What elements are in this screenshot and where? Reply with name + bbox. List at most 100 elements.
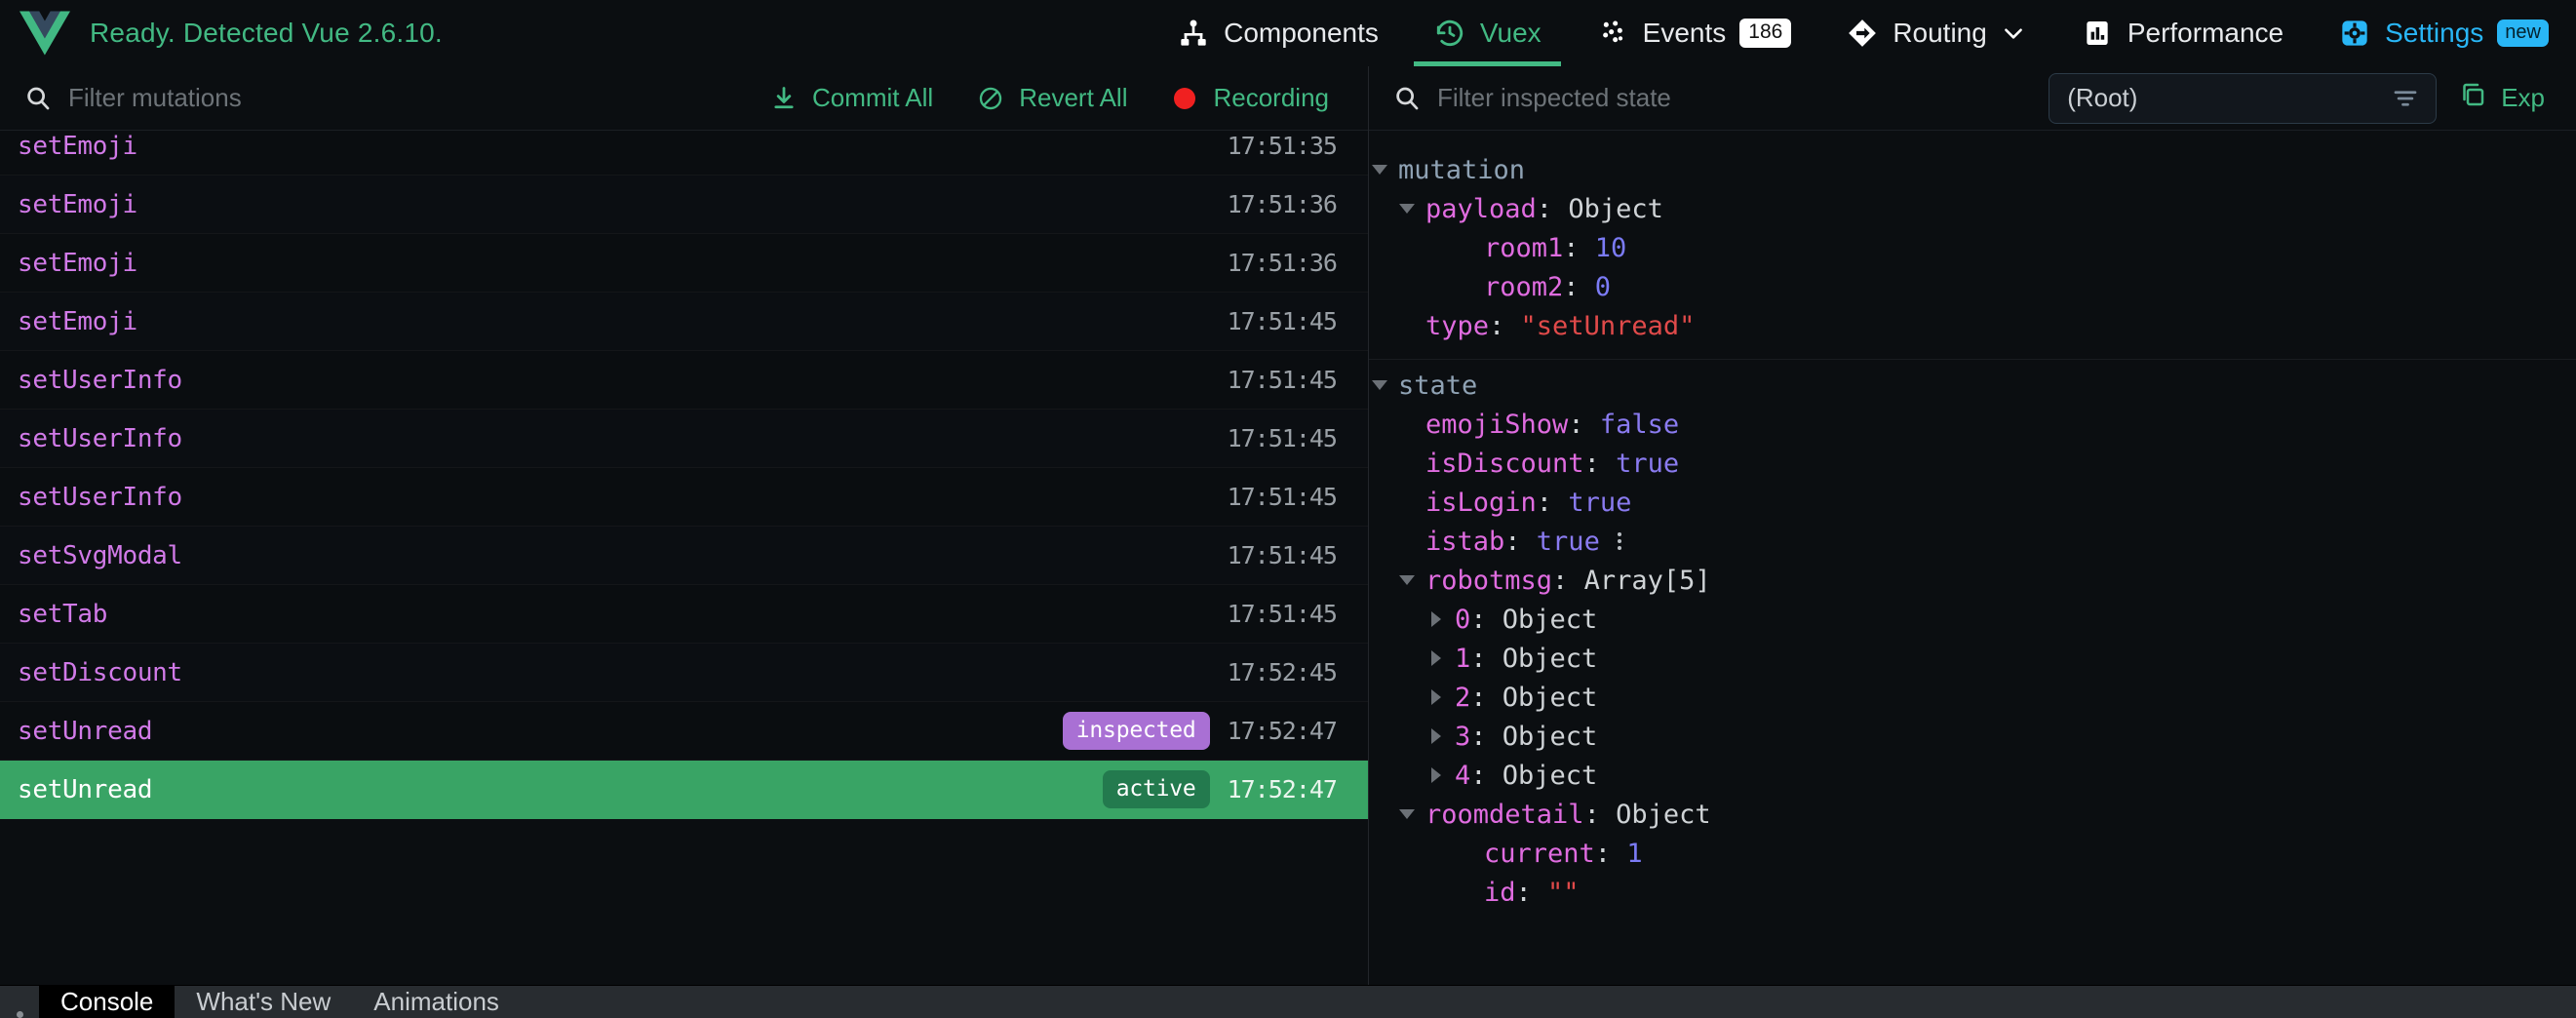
tab-label: Vuex xyxy=(1479,18,1542,48)
state-row-emojiShow[interactable]: emojiShow: false xyxy=(1369,405,2576,444)
mutations-actions: Commit All Revert All Recording xyxy=(748,77,1350,119)
chevron-down-icon[interactable] xyxy=(1369,374,1390,396)
drawer-tab[interactable]: Animations xyxy=(352,986,521,1018)
tab-events[interactable]: Events 186 xyxy=(1569,0,1819,66)
roomdetail-row[interactable]: roomdetail: Object xyxy=(1369,795,2576,834)
robotmsg-item-row[interactable]: 1: Object xyxy=(1369,639,2576,678)
drawer-tab[interactable]: What's New xyxy=(175,986,352,1018)
state-row-isDiscount[interactable]: isDiscount: true xyxy=(1369,444,2576,483)
mutation-row[interactable]: setSvgModal 17:51:45 xyxy=(0,527,1368,585)
tab-settings[interactable]: Settings new xyxy=(2311,0,2576,66)
mutation-row[interactable]: setEmoji 17:51:45 xyxy=(0,293,1368,351)
mutations-toolbar: Commit All Revert All Recording xyxy=(0,66,1368,131)
drawer-tabs: Console What's New Animations xyxy=(39,986,521,1018)
chevron-down-icon[interactable] xyxy=(1396,198,1418,219)
value: 1 xyxy=(1626,838,1643,869)
mutation-timestamp: 17:51:36 xyxy=(1227,249,1338,277)
key: robotmsg xyxy=(1425,565,1553,596)
export-button[interactable]: Exp xyxy=(2437,80,2558,116)
mutation-row[interactable]: setUnread active 17:52:47 xyxy=(0,761,1368,819)
mutation-row[interactable]: setUserInfo 17:51:45 xyxy=(0,410,1368,468)
state-row-isLogin[interactable]: isLogin: true xyxy=(1369,483,2576,522)
robotmsg-row[interactable]: robotmsg: Array[5] xyxy=(1369,561,2576,600)
inspector-toolbar: (Root) Exp xyxy=(1369,66,2576,131)
chevron-down-icon[interactable] xyxy=(1369,159,1390,180)
revert-all-button[interactable]: Revert All xyxy=(955,77,1149,119)
filter-inspected-state-input[interactable] xyxy=(1437,83,2034,113)
tab-components[interactable]: Components xyxy=(1150,0,1406,66)
chevron-right-icon[interactable] xyxy=(1425,686,1447,708)
tree-group-state: state emojiShow: false isDiscount: true … xyxy=(1369,360,2576,925)
tab-vuex[interactable]: Vuex xyxy=(1406,0,1569,66)
chevron-right-icon[interactable] xyxy=(1425,647,1447,669)
routing-diamond-icon xyxy=(1846,17,1879,50)
value: "setUnread" xyxy=(1520,310,1696,341)
state-tree[interactable]: mutation payload: Object room1: 10 room2… xyxy=(1369,131,2576,985)
state-group-header[interactable]: state xyxy=(1369,366,2576,405)
events-dots-icon xyxy=(1596,17,1629,50)
mutation-row[interactable]: setUserInfo 17:51:45 xyxy=(0,468,1368,527)
tab-performance[interactable]: Performance xyxy=(2053,0,2311,66)
mutation-row[interactable]: setUserInfo 17:51:45 xyxy=(0,351,1368,410)
mutation-timestamp: 17:52:47 xyxy=(1227,717,1338,745)
mutation-row[interactable]: setUnread inspected 17:52:47 xyxy=(0,702,1368,761)
chevron-right-icon[interactable] xyxy=(1425,764,1447,786)
mutation-timestamp: 17:51:45 xyxy=(1227,366,1338,394)
chevron-right-icon[interactable] xyxy=(1425,608,1447,630)
robotmsg-item-row[interactable]: 3: Object xyxy=(1369,717,2576,756)
value: 0 xyxy=(1594,271,1612,302)
target-selector[interactable]: (Root) xyxy=(2049,72,2438,124)
mutation-name: setUserInfo xyxy=(18,482,182,512)
components-icon xyxy=(1177,17,1210,50)
roomdetail-row-current[interactable]: current: 1 xyxy=(1369,834,2576,873)
robotmsg-item-row[interactable]: 2: Object xyxy=(1369,678,2576,717)
gear-icon xyxy=(2338,17,2371,50)
payload-row-room1[interactable]: room1: 10 xyxy=(1369,228,2576,267)
mutation-timestamp: 17:52:45 xyxy=(1227,658,1338,686)
mutation-timestamp: 17:51:45 xyxy=(1227,307,1338,335)
mutation-row[interactable]: setDiscount 17:52:45 xyxy=(0,644,1368,702)
mutation-row[interactable]: setEmoji 17:51:36 xyxy=(0,234,1368,293)
download-icon xyxy=(769,84,799,113)
key: emojiShow xyxy=(1425,409,1569,440)
mutation-name: setEmoji xyxy=(18,189,137,219)
mutation-row[interactable]: setEmoji 17:51:36 xyxy=(0,176,1368,234)
kebab-menu-icon[interactable] xyxy=(1617,532,1621,550)
commit-all-button[interactable]: Commit All xyxy=(748,77,955,119)
mutation-timestamp: 17:51:45 xyxy=(1227,424,1338,452)
mutation-type-row[interactable]: type: "setUnread" xyxy=(1369,306,2576,345)
chevron-down-icon[interactable] xyxy=(1396,803,1418,825)
chevron-down-icon[interactable] xyxy=(1396,569,1418,591)
mutation-name: setEmoji xyxy=(18,131,137,161)
tab-routing[interactable]: Routing xyxy=(1818,0,2053,66)
mutation-name: setUserInfo xyxy=(18,365,182,395)
payload-row[interactable]: payload: Object xyxy=(1369,189,2576,228)
state-row-istab[interactable]: istab: true xyxy=(1369,522,2576,561)
chevron-down-icon[interactable] xyxy=(2001,20,2026,46)
chevron-right-icon[interactable] xyxy=(1425,725,1447,747)
mutation-name: setEmoji xyxy=(18,306,137,336)
settings-new-badge: new xyxy=(2497,20,2549,47)
mutation-timestamp: 17:51:45 xyxy=(1227,600,1338,628)
roomdetail-row-id[interactable]: id: "" xyxy=(1369,873,2576,912)
filter-lines-icon[interactable] xyxy=(2391,84,2420,113)
mutation-name: setUserInfo xyxy=(18,423,182,453)
mutation-timestamp: 17:51:36 xyxy=(1227,190,1338,218)
filter-mutations-input[interactable] xyxy=(68,83,748,113)
mutation-row[interactable]: setEmoji 17:51:35 xyxy=(0,131,1368,176)
index: 1 xyxy=(1455,643,1471,674)
robotmsg-item-row[interactable]: 4: Object xyxy=(1369,756,2576,795)
mutation-name: setDiscount xyxy=(18,657,182,687)
mutations-list[interactable]: setEmoji 17:51:35 setEmoji 17:51:36 setEmoji… xyxy=(0,131,1368,985)
value: Array[5] xyxy=(1583,565,1711,596)
mutation-row[interactable]: setTab 17:51:45 xyxy=(0,585,1368,644)
value: true xyxy=(1616,448,1680,479)
payload-row-room2[interactable]: room2: 0 xyxy=(1369,267,2576,306)
drawer-tab[interactable]: Console xyxy=(39,986,176,1018)
bar-chart-icon xyxy=(2081,17,2114,50)
mutation-group-header[interactable]: mutation xyxy=(1369,150,2576,189)
robotmsg-item-row[interactable]: 0: Object xyxy=(1369,600,2576,639)
recording-toggle-button[interactable]: Recording xyxy=(1149,77,1350,119)
key: type xyxy=(1425,310,1490,341)
value: Object xyxy=(1502,643,1598,674)
